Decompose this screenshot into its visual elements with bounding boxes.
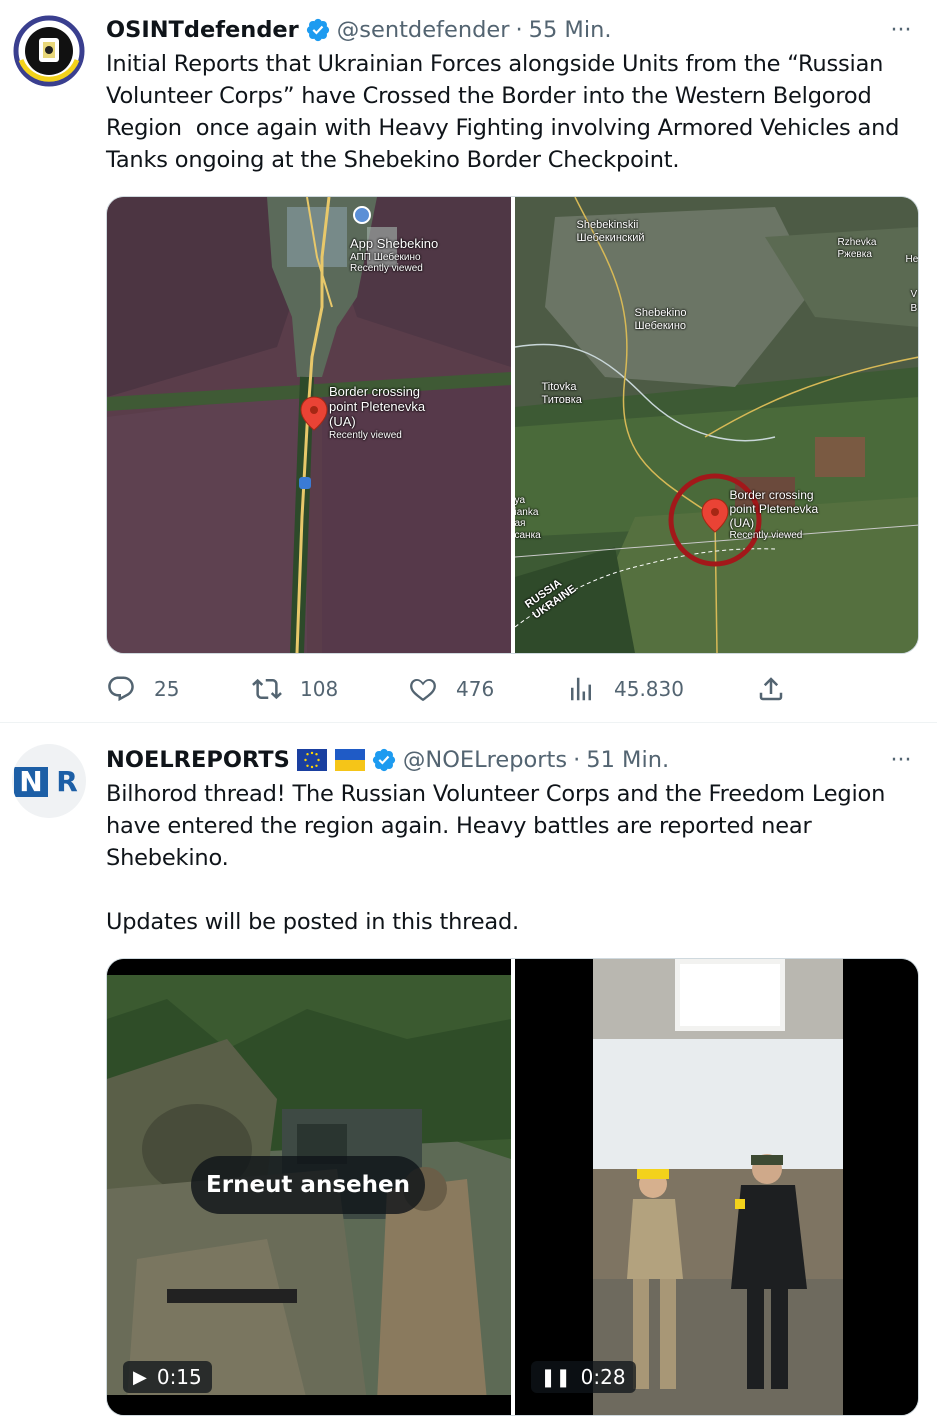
handle[interactable]: @sentdefender	[337, 17, 510, 43]
map-label-edge-he: He	[905, 254, 919, 265]
eu-flag-icon	[296, 749, 327, 771]
repost-icon	[252, 678, 282, 700]
tweet-text: Bilhorod thread! The Russian Volunteer C…	[106, 781, 886, 935]
avatar-osintdefender[interactable]	[12, 14, 86, 88]
map-label-app-shebekino: App Shebekino АПП Шебекино Recently view…	[350, 236, 439, 275]
timestamp[interactable]: 55 Min.	[529, 17, 612, 43]
heart-icon	[410, 678, 436, 702]
handle[interactable]: @NOELreports	[403, 747, 567, 773]
views-count: 45.830	[614, 677, 684, 701]
tweet-noelreports[interactable]: N R NOELREPORTS @NOELreports · 51 Min. ·…	[0, 723, 937, 1424]
map-label-border-crossing-overview: Border crossing point Pletenevka (UA) Re…	[729, 488, 819, 542]
repost-button[interactable]: 108	[252, 672, 338, 706]
display-name[interactable]: OSINTdefender	[106, 17, 299, 43]
tweet-media-grid[interactable]: Erneut ansehen ▶ 0:15 ❚❚ 0:28	[106, 958, 919, 1416]
map-label-edge-v: V	[910, 289, 918, 300]
more-options-icon[interactable]: ···	[885, 18, 917, 43]
satellite-map-overview	[514, 197, 918, 653]
reply-count: 25	[154, 677, 180, 701]
replay-button[interactable]: Erneut ansehen	[191, 1156, 425, 1214]
satellite-map-closeup	[107, 197, 511, 653]
timestamp[interactable]: 51 Min.	[586, 747, 669, 773]
views-chart-icon	[571, 677, 591, 701]
noelreports-logo: N R	[12, 767, 86, 797]
map-label-edge-b: B	[910, 303, 918, 314]
verified-badge-icon[interactable]	[371, 747, 397, 773]
map-label-border-crossing: Border crossing point Pletenevka (UA) Re…	[329, 384, 426, 441]
tweet-actions: 25 108 476 45.830	[106, 672, 806, 706]
osintdefender-logo	[13, 15, 85, 87]
tweet-osintdefender[interactable]: OSINTdefender @sentdefender · 55 Min. ··…	[0, 0, 937, 723]
more-options-icon[interactable]: ···	[885, 748, 917, 773]
map-image-right[interactable]: Shebekinskii Шебекинский Rzhevka Ржевка …	[514, 197, 919, 653]
views-button[interactable]: 45.830	[566, 672, 684, 706]
share-button[interactable]	[756, 672, 804, 706]
pause-icon: ❚❚	[540, 1366, 571, 1388]
reply-icon	[108, 676, 134, 702]
verified-badge-icon[interactable]	[305, 17, 331, 43]
tweet-header: OSINTdefender @sentdefender · 55 Min.	[106, 14, 877, 46]
tweet-header: NOELREPORTS @NOELreports · 51 Min.	[106, 744, 877, 776]
video-duration-left[interactable]: ▶ 0:15	[123, 1361, 212, 1393]
video-frame-two-soldiers	[514, 959, 918, 1415]
like-count: 476	[456, 677, 495, 701]
reply-button[interactable]: 25	[106, 672, 179, 706]
map-label-rzhevka: Rzhevka Ржевка	[837, 237, 877, 260]
video-duration-right[interactable]: ❚❚ 0:28	[530, 1361, 636, 1393]
avatar-noelreports[interactable]: N R	[12, 744, 86, 818]
tweet-media-grid[interactable]: App Shebekino АПП Шебекино Recently view…	[106, 196, 919, 654]
map-image-left[interactable]: App Shebekino АПП Шебекино Recently view…	[107, 197, 511, 653]
display-name[interactable]: NOELREPORTS	[106, 747, 290, 773]
like-button[interactable]: 476	[408, 672, 494, 706]
map-label-titovka: Titovka Титовка	[541, 381, 582, 406]
separator-dot: ·	[573, 747, 581, 773]
play-icon: ▶	[133, 1366, 147, 1388]
share-icon	[759, 677, 783, 701]
repost-count: 108	[300, 677, 339, 701]
map-label-shebekinskii: Shebekinskii Шебекинский	[576, 219, 645, 244]
ukraine-flag-icon	[334, 749, 365, 771]
tweet-text: Initial Reports that Ukrainian Forces al…	[106, 51, 907, 173]
separator-dot: ·	[515, 17, 523, 43]
map-label-partial: ya ianka ая санка	[514, 495, 541, 541]
map-label-shebekino: Shebekino Шебекино	[634, 307, 687, 332]
video-left[interactable]: Erneut ansehen ▶ 0:15	[107, 959, 511, 1415]
video-right[interactable]: ❚❚ 0:28	[514, 959, 918, 1415]
